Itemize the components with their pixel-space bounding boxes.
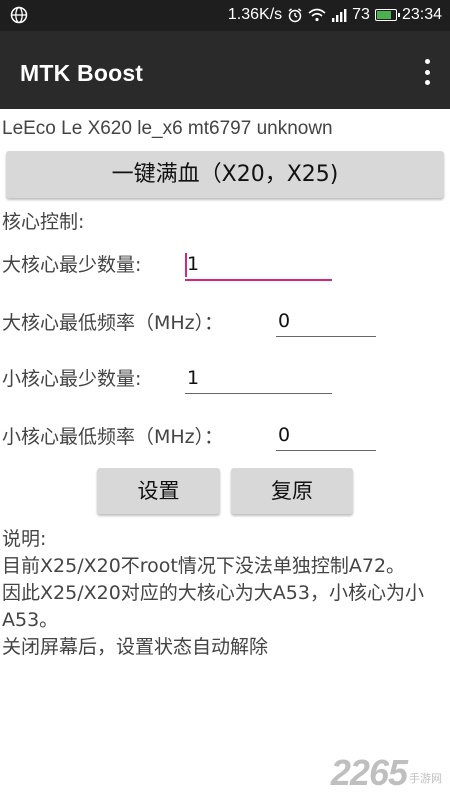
small-core-min-freq-label: 小核心最低频率（MHz）： xyxy=(2,426,224,448)
set-button[interactable]: 设置 xyxy=(97,468,220,514)
network-speed: 1.36K/s xyxy=(227,6,283,23)
notes-heading: 说明: xyxy=(2,528,47,550)
big-core-min-freq-label: 大核心最低频率（MHz）： xyxy=(2,312,224,334)
notes-section: 说明: 目前X25/X20不root情况下没法单独控制A72。 因此X25/X2… xyxy=(2,526,448,661)
overflow-menu-icon[interactable] xyxy=(420,59,434,85)
small-core-min-freq-input[interactable] xyxy=(276,421,376,451)
signal-icon xyxy=(331,8,347,22)
wifi-icon xyxy=(308,8,326,22)
reset-button[interactable]: 复原 xyxy=(231,468,353,514)
clock: 23:34 xyxy=(401,6,442,23)
device-info: LeEco Le X620 le_x6 mt6797 unknown xyxy=(2,118,333,139)
core-control-label: 核心控制: xyxy=(2,211,85,233)
text-caret xyxy=(185,253,187,277)
small-core-min-count-input[interactable] xyxy=(185,364,332,394)
watermark-logo: 2265 手游网 xyxy=(331,752,442,794)
big-core-min-count-input[interactable] xyxy=(185,251,332,281)
big-core-min-count-label: 大核心最少数量: xyxy=(2,254,142,276)
boost-button[interactable]: 一键满血（X20，X25) xyxy=(6,151,444,198)
globe-icon xyxy=(10,6,28,24)
app-bar: MTK Boost xyxy=(0,31,450,109)
alarm-icon xyxy=(287,7,303,23)
small-core-min-count-label: 小核心最少数量: xyxy=(2,368,142,390)
status-bar: 1.36K/s 73 23:34 xyxy=(0,0,450,31)
battery-icon xyxy=(374,9,400,21)
note-line: 关闭屏幕后，设置状态自动解除 xyxy=(2,636,269,658)
big-core-min-freq-input[interactable] xyxy=(276,307,376,337)
status-right: 1.36K/s 73 23:34 xyxy=(228,6,442,24)
battery-level: 73 xyxy=(352,6,370,23)
watermark-number: 2265 xyxy=(330,752,408,793)
note-line: 因此X25/X20对应的大核心为大A53，小核心为小A53。 xyxy=(2,582,424,631)
app-title: MTK Boost xyxy=(20,60,144,86)
watermark-suffix: 手游网 xyxy=(409,772,442,785)
note-line: 目前X25/X20不root情况下没法单独控制A72。 xyxy=(2,555,406,577)
